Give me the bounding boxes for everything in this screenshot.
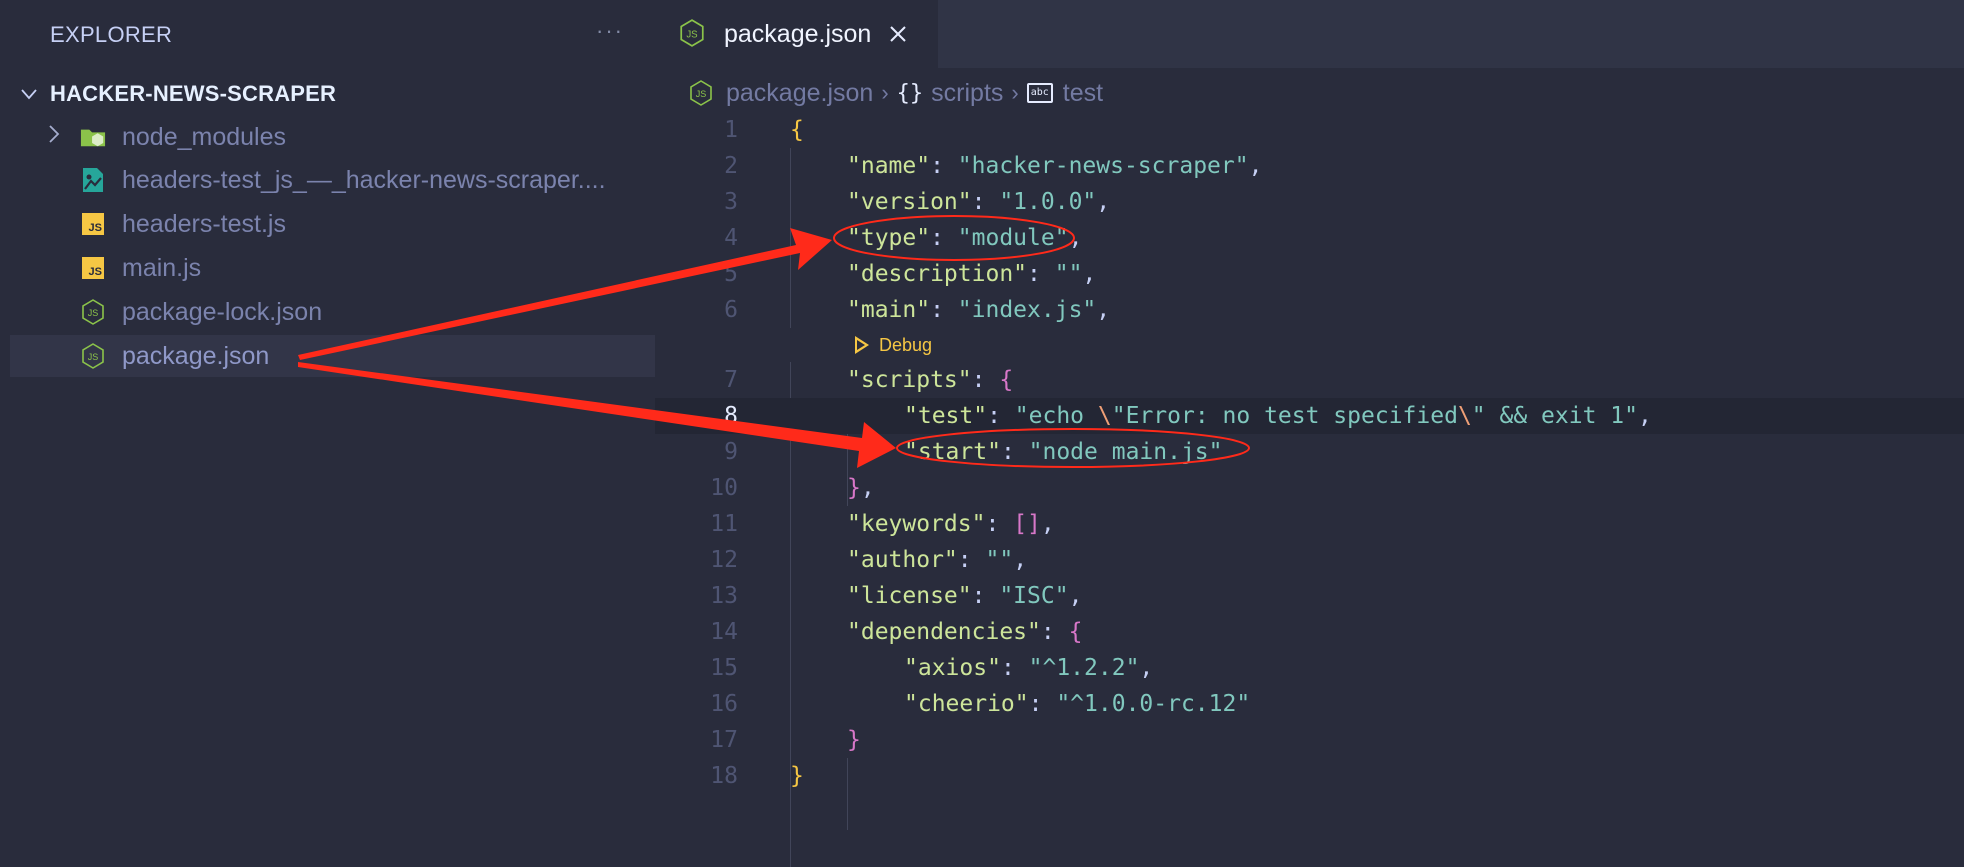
tab-package-json[interactable]: JS package.json xyxy=(655,0,938,68)
braces-icon: {} xyxy=(896,80,924,106)
line-number: 4 xyxy=(724,225,738,251)
breadcrumb: JS package.json › {} scripts › abc test xyxy=(690,74,1103,112)
tree-item-headers-test-image[interactable]: headers-test_js_—_hacker-news-scraper...… xyxy=(10,159,655,201)
tree-item-label: main.js xyxy=(122,253,202,282)
code-line: 9 "start": "node main.js" xyxy=(655,434,1964,470)
tree-item-label: headers-test.js xyxy=(122,209,286,238)
svg-text:JS: JS xyxy=(88,352,99,362)
tab-bar: JS package.json xyxy=(655,0,1964,68)
nodejs-icon: JS xyxy=(80,343,106,369)
svg-text:JS: JS xyxy=(696,89,707,99)
chevron-right-icon: › xyxy=(1011,80,1019,105)
code-line: 14 "dependencies": { xyxy=(655,614,1964,650)
line-number: 11 xyxy=(710,511,738,537)
tree-item-label: node_modules xyxy=(122,122,287,151)
code-line: 11 "keywords": [], xyxy=(655,506,1964,542)
explorer-sidebar: EXPLORER ··· HACKER-NEWS-SCRAPER node_mo… xyxy=(0,0,655,798)
debug-label: Debug xyxy=(879,334,933,355)
code-line: 5 "description": "", xyxy=(655,256,1964,292)
line-number: 16 xyxy=(710,691,738,717)
line-number: 15 xyxy=(710,655,738,681)
tree-item-label: package.json xyxy=(122,341,270,370)
breadcrumb-item-scripts[interactable]: scripts xyxy=(931,79,1003,108)
line-number: 1 xyxy=(724,117,738,143)
code-line: 12 "author": "", xyxy=(655,542,1964,578)
code-line: 16 "cheerio": "^1.0.0-rc.12" xyxy=(655,686,1964,722)
tree-item-main-js[interactable]: JS main.js xyxy=(10,247,655,289)
line-number: 12 xyxy=(710,547,738,573)
code-line: 18} xyxy=(655,758,1964,794)
tree-item-package-lock-json[interactable]: JS package-lock.json xyxy=(10,291,655,333)
code-line: 4 "type": "module", xyxy=(655,220,1964,256)
line-number: 14 xyxy=(710,619,738,645)
tab-label: package.json xyxy=(724,19,872,48)
string-abc-icon: abc xyxy=(1026,83,1053,103)
line-number: 13 xyxy=(710,583,738,609)
line-number: 2 xyxy=(724,153,738,179)
chevron-right-icon: › xyxy=(881,80,889,105)
explorer-title: EXPLORER xyxy=(50,22,173,47)
code-line: 7 "scripts": { xyxy=(655,362,1964,398)
code-line-current: 8 "test": "echo \"Error: no test specifie… xyxy=(655,398,1964,434)
line-number: 8 xyxy=(724,403,738,429)
svg-text:JS: JS xyxy=(686,29,698,40)
line-number: 10 xyxy=(710,475,738,501)
tree-item-package-json[interactable]: JS package.json xyxy=(10,335,655,377)
code-line: 17} xyxy=(655,722,1964,758)
breadcrumb-item-file[interactable]: package.json xyxy=(726,79,873,108)
debug-codelens[interactable]: Debug xyxy=(855,332,932,358)
code-line: 15 "axios": "^1.2.2", xyxy=(655,650,1964,686)
line-number: 6 xyxy=(724,297,738,323)
tree-item-node-modules[interactable]: node_modules xyxy=(10,116,655,158)
line-number: 5 xyxy=(724,261,738,287)
image-file-icon xyxy=(80,167,106,193)
line-number: 18 xyxy=(710,763,738,789)
nodejs-icon: JS xyxy=(690,80,712,106)
breadcrumb-item-test[interactable]: test xyxy=(1063,79,1103,108)
chevron-down-icon xyxy=(20,84,50,105)
line-number: 3 xyxy=(724,189,738,215)
code-editor[interactable]: 1{ 2 "name": "hacker-news-scraper", 3 "ver… xyxy=(655,112,1964,867)
code-line: 3 "version": "1.0.0", xyxy=(655,184,1964,220)
nodejs-icon: JS xyxy=(80,299,106,325)
tree-item-label: headers-test_js_—_hacker-news-scraper...… xyxy=(122,165,606,194)
javascript-file-icon: JS xyxy=(80,211,106,237)
play-icon xyxy=(855,336,869,354)
javascript-file-icon: JS xyxy=(80,255,106,281)
project-name: HACKER-NEWS-SCRAPER xyxy=(50,81,337,106)
svg-text:JS: JS xyxy=(88,308,99,318)
close-icon[interactable] xyxy=(889,19,907,50)
code-line: 10}, xyxy=(655,470,1964,506)
tree-item-headers-test-js[interactable]: JS headers-test.js xyxy=(10,203,655,245)
tree-item-label: package-lock.json xyxy=(122,297,323,326)
code-line: 2 "name": "hacker-news-scraper", xyxy=(655,148,1964,184)
node-folder-icon xyxy=(80,124,106,150)
line-number: 7 xyxy=(724,367,738,393)
line-number: 9 xyxy=(724,439,738,465)
code-line: 6 "main": "index.js", xyxy=(655,292,1964,328)
nodejs-icon: JS xyxy=(680,19,706,49)
line-number: 17 xyxy=(710,727,738,753)
chevron-right-icon xyxy=(48,124,60,150)
code-line: 13 "license": "ISC", xyxy=(655,578,1964,614)
project-folder-header[interactable]: HACKER-NEWS-SCRAPER xyxy=(20,78,336,110)
code-line: 1{ xyxy=(655,112,1964,148)
ellipsis-icon[interactable]: ··· xyxy=(596,18,624,44)
